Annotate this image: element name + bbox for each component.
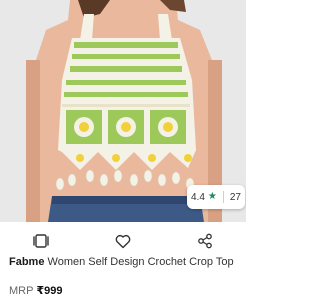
wishlist-button[interactable]: [108, 228, 138, 254]
product-title: Women Self Design Crochet Crop Top: [47, 256, 234, 268]
similar-products-icon: [33, 234, 49, 248]
rating-badge[interactable]: 4.4 ★ 27: [187, 185, 245, 209]
product-image[interactable]: 4.4 ★ 27: [0, 0, 246, 222]
product-price: ₹999: [36, 285, 63, 297]
review-count: 27: [229, 191, 241, 203]
brand-name: Fabme: [9, 256, 45, 268]
action-bar: [0, 226, 246, 256]
star-icon: ★: [207, 191, 217, 202]
share-button[interactable]: [190, 228, 220, 254]
similar-products-button[interactable]: [26, 228, 56, 254]
price-row: MRP ₹999: [9, 284, 62, 297]
rating-value: 4.4: [191, 191, 205, 203]
product-title-block[interactable]: Fabme Women Self Design Crochet Crop Top: [9, 255, 241, 269]
share-icon: [198, 233, 212, 249]
mrp-label: MRP: [9, 285, 34, 297]
rating-divider: [222, 191, 224, 203]
heart-icon: [115, 234, 131, 248]
